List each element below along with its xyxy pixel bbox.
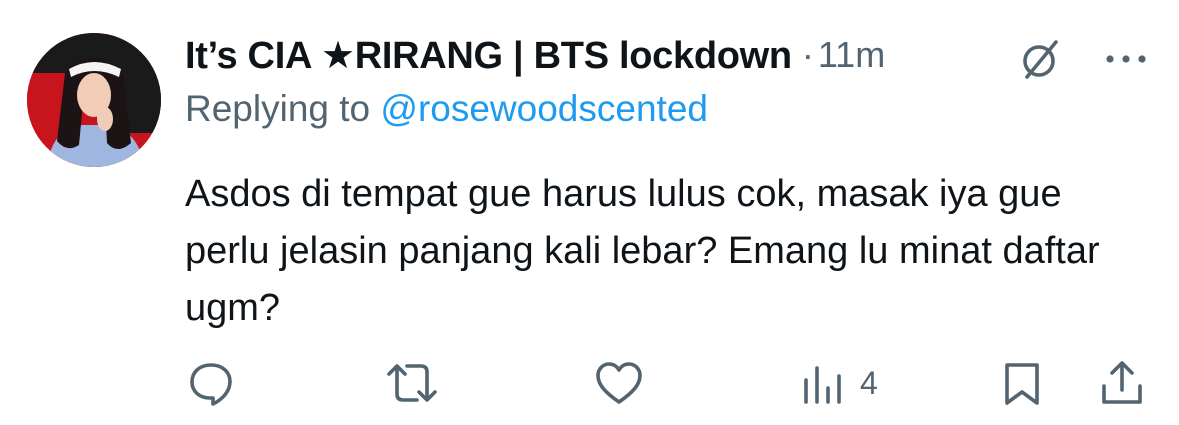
tweet-header: It’s CIA ★RIRANG | BTS lockdown · 11m — [185, 28, 885, 82]
retweet-icon — [387, 364, 437, 402]
reply-button[interactable] — [186, 355, 236, 411]
views-icon — [804, 366, 841, 404]
replying-to: Replying to @rosewoodscented — [185, 88, 708, 130]
tweet-text: Asdos di tempat gue harus lulus cok, mas… — [185, 173, 1100, 329]
share-button[interactable] — [1098, 355, 1146, 411]
timestamp[interactable]: 11m — [818, 34, 885, 76]
more-icon[interactable] — [1104, 49, 1148, 69]
avatar[interactable] — [27, 33, 161, 167]
views-button[interactable]: 4 — [800, 355, 878, 411]
replying-handle-link[interactable]: @rosewoodscented — [380, 88, 708, 129]
separator-dot: · — [801, 34, 814, 75]
header-actions — [1018, 36, 1148, 82]
avatar-image — [27, 33, 161, 167]
tweet[interactable]: It’s CIA ★RIRANG | BTS lockdown · 11m Re… — [0, 0, 1179, 425]
share-icon — [1102, 361, 1142, 404]
bookmark-button[interactable] — [1000, 355, 1044, 411]
grok-icon[interactable] — [1018, 36, 1064, 82]
like-button[interactable] — [594, 355, 644, 411]
bookmark-icon — [1005, 363, 1039, 405]
display-name[interactable]: It’s CIA ★RIRANG | BTS lockdown — [185, 33, 792, 78]
like-icon — [596, 362, 642, 404]
action-bar: 4 — [0, 355, 1179, 411]
views-count: 4 — [860, 364, 878, 401]
retweet-button[interactable] — [384, 355, 440, 411]
reply-icon — [190, 363, 232, 406]
replying-prefix: Replying to — [185, 88, 381, 129]
